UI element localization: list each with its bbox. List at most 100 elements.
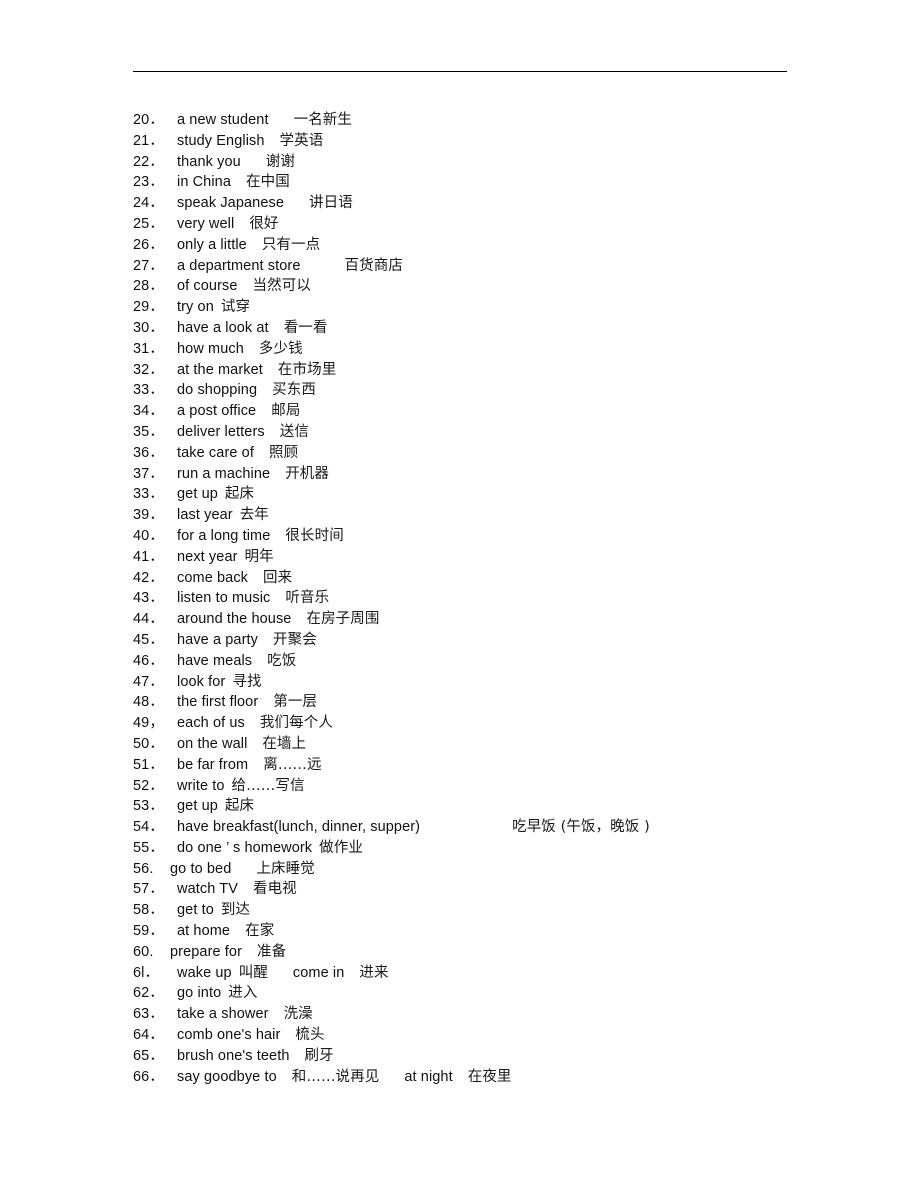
entry-number: 52． (133, 777, 164, 794)
entry-chinese: 邮局 (271, 403, 301, 420)
entry-english: a post office (177, 403, 257, 420)
entry-english: at home (177, 923, 231, 940)
entry-number: 51． (133, 756, 164, 773)
entry-chinese: 在市场里 (277, 361, 337, 378)
vocabulary-entry: 58． get to 到达 (133, 900, 893, 921)
entry-number: 58． (133, 902, 164, 919)
entry-english: watch TV (177, 881, 238, 898)
entry-number: 36． (133, 444, 164, 461)
entry-chinese: 在中国 (246, 174, 290, 191)
entry-english: wake up (177, 964, 232, 981)
entry-chinese: 照顾 (268, 444, 299, 461)
vocabulary-entry: 29． try on 试穿 (133, 297, 893, 318)
entry-number: 63． (133, 1006, 164, 1023)
entry-chinese: 梳头 (295, 1027, 325, 1044)
entry-chinese: 洗澡 (283, 1006, 313, 1023)
entry-english: do shopping (177, 382, 258, 399)
entry-english: go to bed (170, 860, 232, 877)
entry-chinese: 很好 (249, 215, 279, 232)
entry-chinese: 在墙上 (262, 735, 307, 752)
vocabulary-entry: 65． brush one's teeth 刷牙 (133, 1046, 893, 1067)
entry-number: 26． (133, 236, 164, 253)
entry-chinese: 在房子周围 (306, 611, 380, 628)
entry-chinese: 吃早饭 (午饭，晚饭 ) (512, 819, 650, 836)
entry-english: for a long time (177, 527, 271, 544)
vocabulary-entry: 28． of course 当然可以 (133, 276, 893, 297)
entry-english: go into (177, 985, 222, 1002)
entry-english: get up (177, 798, 218, 815)
entry-number: 20． (133, 112, 164, 128)
entry-chinese: 讲日语 (309, 195, 353, 212)
vocabulary-entry: 24． speak Japanese 讲日语 (133, 193, 893, 214)
entry-chinese: 起床 (224, 798, 255, 815)
vocabulary-entry: 6l． wake up 叫醒 come in 进来 (133, 963, 893, 984)
entry-chinese-secondary: 进来 (359, 964, 389, 981)
entry-chinese: 开聚会 (273, 631, 317, 648)
entry-number: 33． (133, 382, 164, 399)
entry-chinese: 一名新生 (293, 112, 352, 128)
entry-chinese: 我们每个人 (259, 715, 333, 732)
entry-chinese: 进入 (228, 985, 258, 1002)
entry-chinese: 学英语 (279, 132, 324, 149)
entry-number: 23． (133, 174, 164, 191)
vocabulary-entry: 25． very well 很好 (133, 214, 893, 235)
entry-chinese: 开机器 (285, 465, 329, 482)
entry-number: 48． (133, 694, 164, 711)
entry-number: 43． (133, 590, 164, 607)
vocabulary-entry: 42． come back 回来 (133, 568, 893, 589)
vocabulary-entry: 66． say goodbye to 和……说再见 at night 在夜里 (133, 1067, 893, 1088)
entry-english: last year (177, 507, 233, 524)
entry-chinese: 寻找 (232, 673, 262, 690)
entry-number: 35． (133, 423, 164, 440)
vocabulary-entry: 49， each of us 我们每个人 (133, 713, 893, 734)
entry-number: 29． (133, 299, 164, 316)
entry-number: 27． (133, 257, 164, 274)
entry-number: 45． (133, 631, 164, 648)
entry-number: 42． (133, 569, 164, 586)
entry-chinese: 谢谢 (265, 153, 295, 170)
entry-english: try on (177, 299, 214, 316)
entry-number: 21． (133, 132, 164, 149)
vocabulary-entry: 20． a new student 一名新生 (133, 110, 893, 131)
vocabulary-entry: 37． run a machine 开机器 (133, 464, 893, 485)
vocabulary-entry: 33． get up 起床 (133, 484, 893, 505)
entry-number: 31． (133, 340, 164, 357)
entry-english: do one ’ s homework (177, 839, 313, 856)
vocabulary-entry: 27． a department store 百货商店 (133, 256, 893, 277)
entry-chinese: 吃饭 (267, 652, 297, 669)
entry-english: of course (177, 278, 238, 295)
entry-english: have breakfast(lunch, dinner, supper) (177, 819, 421, 836)
entry-chinese: 很长时间 (285, 527, 344, 544)
vocabulary-entry: 47． look for 寻找 (133, 672, 893, 693)
entry-english: be far from (177, 756, 249, 773)
entry-number: 30． (133, 319, 164, 336)
entry-chinese: 做作业 (319, 839, 363, 856)
vocabulary-entry: 30． have a look at 看一看 (133, 318, 893, 339)
entry-chinese: 去年 (239, 507, 269, 524)
entry-english: say goodbye to (177, 1068, 277, 1085)
entry-english: write to (177, 777, 225, 794)
entry-number: 32． (133, 361, 164, 378)
entry-english: study English (177, 132, 265, 149)
entry-english: comb one's hair (177, 1027, 281, 1044)
entry-number: 47． (133, 673, 164, 690)
entry-english: very well (177, 215, 235, 232)
vocabulary-entry: 62． go into 进入 (133, 983, 893, 1004)
vocabulary-entry: 56. go to bed 上床睡觉 (133, 859, 893, 880)
entry-chinese: 叫醒 (238, 964, 268, 981)
entry-chinese: 离……远 (263, 756, 322, 773)
entry-english: thank you (177, 153, 241, 170)
vocabulary-entry: 22． thank you 谢谢 (133, 152, 893, 173)
document-page: 20． a new student 一名新生 21． study English 学英语 2… (0, 0, 920, 1192)
entry-chinese: 百货商店 (344, 257, 403, 274)
entry-chinese: 听音乐 (285, 590, 330, 607)
entry-chinese: 到达 (220, 902, 251, 919)
entry-number: 60. (133, 943, 154, 960)
entry-english: listen to music (177, 590, 271, 607)
entry-number: 37． (133, 465, 164, 482)
vocabulary-entry: 40． for a long time 很长时间 (133, 526, 893, 547)
entry-english: deliver letters (177, 423, 265, 440)
vocabulary-entry: 44． around the house 在房子周围 (133, 609, 893, 630)
entry-english: have a party (177, 631, 258, 648)
entry-english: on the wall (177, 735, 248, 752)
